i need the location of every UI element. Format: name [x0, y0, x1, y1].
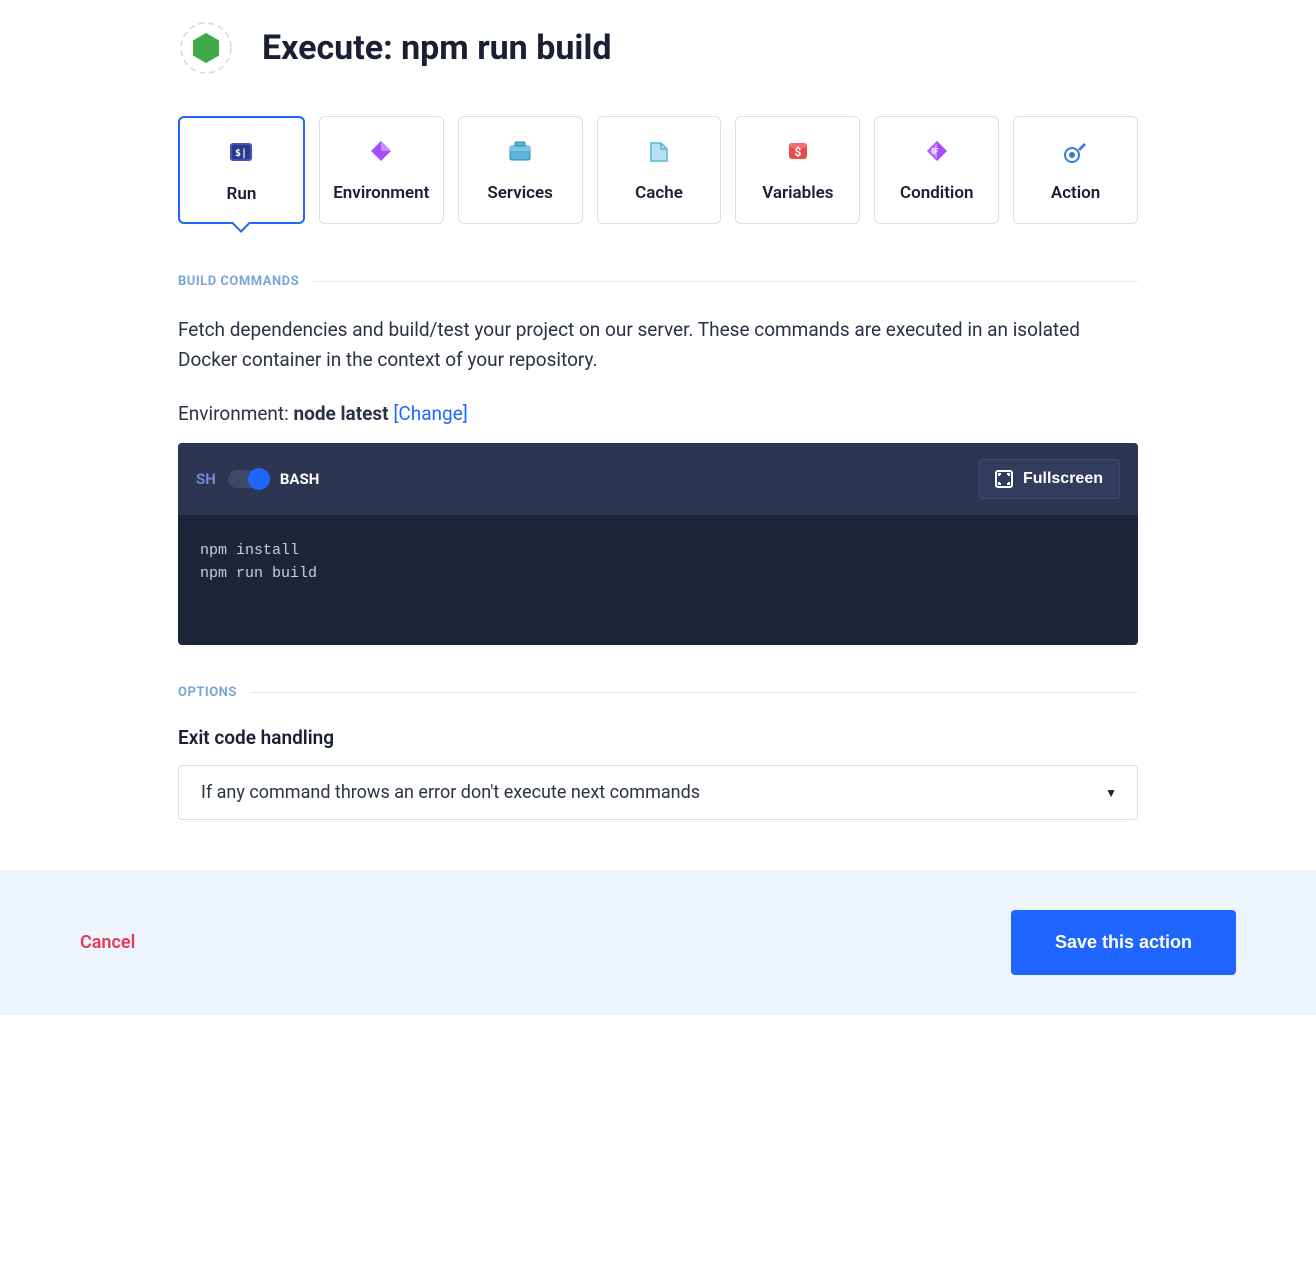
variables-icon: $: [784, 137, 812, 165]
tab-condition[interactable]: IF Condition: [874, 116, 999, 224]
svg-text:$|: $|: [235, 148, 247, 159]
svg-text:IF: IF: [931, 147, 938, 156]
page-header: Execute: npm run build: [178, 20, 1138, 76]
tab-label: Cache: [635, 183, 683, 203]
tab-label: Variables: [762, 183, 833, 203]
tab-services[interactable]: Services: [458, 116, 583, 224]
tab-label: Environment: [333, 183, 429, 203]
tab-run[interactable]: $| Run: [178, 116, 305, 224]
command-editor: SH BASH Fullscreen npm install npm run b…: [178, 443, 1138, 646]
run-icon: $|: [227, 138, 255, 166]
tabs-row: $| Run Environment Services Cache $: [178, 116, 1138, 224]
shell-toggle[interactable]: [228, 470, 268, 488]
sh-label: SH: [196, 470, 216, 488]
tab-variables[interactable]: $ Variables: [735, 116, 860, 224]
fullscreen-button[interactable]: Fullscreen: [978, 459, 1120, 499]
toggle-knob: [248, 468, 270, 490]
environment-line: Environment: node latest [Change]: [178, 402, 1138, 425]
action-logo-icon: [178, 20, 234, 76]
build-commands-description: Fetch dependencies and build/test your p…: [178, 315, 1138, 376]
save-action-button[interactable]: Save this action: [1011, 910, 1236, 975]
tab-label: Services: [487, 183, 552, 203]
bash-label: BASH: [280, 470, 319, 488]
tab-label: Run: [227, 184, 257, 204]
footer-bar: Cancel Save this action: [0, 870, 1316, 1015]
shell-toggle-group: SH BASH: [196, 470, 319, 488]
environment-value: node latest: [293, 402, 388, 425]
svg-text:$: $: [794, 145, 801, 159]
tab-environment[interactable]: Environment: [319, 116, 444, 224]
exit-code-select[interactable]: If any command throws an error don't exe…: [178, 765, 1138, 820]
exit-code-label: Exit code handling: [178, 726, 1138, 749]
action-icon: [1062, 137, 1090, 165]
cache-icon: [645, 137, 673, 165]
change-environment-link[interactable]: [Change]: [393, 402, 467, 425]
tab-label: Action: [1051, 183, 1100, 203]
fullscreen-icon: [995, 470, 1013, 488]
page-title: Execute: npm run build: [262, 28, 612, 68]
tab-cache[interactable]: Cache: [597, 116, 722, 224]
tab-label: Condition: [900, 183, 973, 203]
editor-code[interactable]: npm install npm run build: [178, 515, 1138, 646]
options-section-label: OPTIONS: [178, 685, 1138, 700]
tab-action[interactable]: Action: [1013, 116, 1138, 224]
environment-icon: [367, 137, 395, 165]
build-commands-section-label: BUILD COMMANDS: [178, 274, 1138, 289]
editor-header: SH BASH Fullscreen: [178, 443, 1138, 515]
condition-icon: IF: [923, 137, 951, 165]
services-icon: [506, 137, 534, 165]
cancel-button[interactable]: Cancel: [80, 932, 135, 953]
